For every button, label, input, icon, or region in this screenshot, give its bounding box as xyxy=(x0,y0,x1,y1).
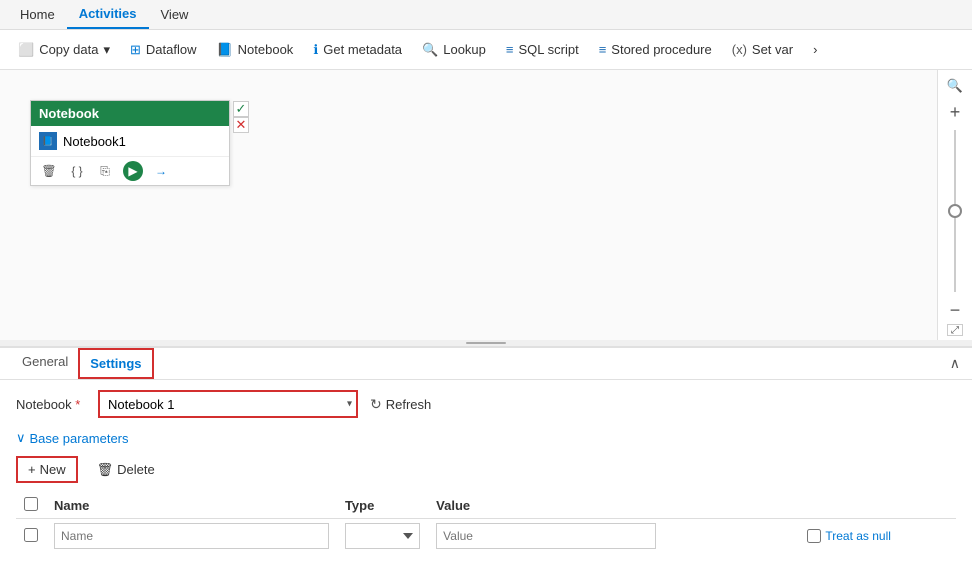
toolbar-stored-procedure[interactable]: ≡ Stored procedure xyxy=(589,38,722,61)
fit-icon[interactable]: ⤢ xyxy=(947,324,963,336)
more-icon: › xyxy=(813,42,817,57)
settings-panel: General Settings ∧ Notebook * Notebook 1… xyxy=(0,346,972,566)
treat-null-container: Treat as null xyxy=(807,529,948,543)
value-cell xyxy=(428,519,799,554)
toolbar-sql-script[interactable]: ≡ SQL script xyxy=(496,38,589,61)
header-checkbox-cell xyxy=(16,493,46,519)
zoom-out-icon[interactable]: − xyxy=(943,298,967,322)
activities-toolbar: ⬜ Copy data ▾ ⊞ Dataflow 📘 Notebook ℹ Ge… xyxy=(0,30,972,70)
toolbar-copy-data[interactable]: ⬜ Copy data ▾ xyxy=(8,38,120,62)
refresh-icon: ↻ xyxy=(370,396,382,413)
select-all-checkbox[interactable] xyxy=(24,497,38,511)
settings-content: Notebook * Notebook 1 ▾ ↻ Refresh ∨ Base… xyxy=(0,380,972,566)
x-icon: ✕ xyxy=(236,117,247,133)
notebook-dropdown[interactable]: Notebook 1 xyxy=(98,390,358,418)
delete-action-icon[interactable]: 🗑 xyxy=(39,161,59,181)
run-action-icon[interactable]: ▶ xyxy=(123,161,143,181)
treat-null-cell: Treat as null xyxy=(799,519,956,554)
base-params-toggle[interactable]: ∨ Base parameters xyxy=(16,430,956,446)
lookup-icon: 🔍 xyxy=(422,42,438,58)
toolbar-dataflow[interactable]: ⊞ Dataflow xyxy=(120,38,206,62)
new-button[interactable]: + New xyxy=(16,456,78,483)
status-x-box: ✕ xyxy=(233,117,249,133)
settings-tabs: General Settings ∧ xyxy=(0,348,972,380)
table-header-row: Name Type Value xyxy=(16,493,956,519)
notebook-field-label: Notebook * xyxy=(16,397,86,412)
notebook-block-icon: 📘 xyxy=(39,132,57,150)
copy-data-icon: ⬜ xyxy=(18,42,34,58)
notebook-icon: 📘 xyxy=(216,42,232,58)
canvas[interactable]: Notebook 📘 Notebook1 ✓ ✕ 🗑 { } ⎘ ▶ → xyxy=(0,70,937,340)
toolbar-notebook[interactable]: 📘 Notebook xyxy=(206,38,303,62)
arrow-action-icon[interactable]: → xyxy=(151,161,171,181)
zoom-track xyxy=(954,130,956,292)
tab-general[interactable]: General xyxy=(12,348,78,379)
notebook-field: Notebook * Notebook 1 ▾ ↻ Refresh xyxy=(16,390,956,418)
refresh-button[interactable]: ↻ Refresh xyxy=(370,396,431,413)
chevron-down-icon: ∨ xyxy=(16,430,26,446)
copy-action-icon[interactable]: ⎘ xyxy=(95,161,115,181)
collapse-icon[interactable]: ∧ xyxy=(950,355,960,372)
table-row: String Int Bool Treat as null xyxy=(16,519,956,554)
notebook-block[interactable]: Notebook 📘 Notebook1 ✓ ✕ 🗑 { } ⎘ ▶ → xyxy=(30,100,230,186)
get-metadata-icon: ℹ xyxy=(313,42,318,58)
toolbar-lookup[interactable]: 🔍 Lookup xyxy=(412,38,496,62)
set-variable-icon: (x) xyxy=(732,42,747,57)
column-value: Value xyxy=(428,493,799,519)
column-name: Name xyxy=(46,493,337,519)
search-icon[interactable]: 🔍 xyxy=(943,74,967,98)
right-panel: 🔍 + − ⤢ xyxy=(937,70,972,340)
check-icon: ✓ xyxy=(236,101,247,117)
notebook-block-item-label: Notebook1 xyxy=(63,134,126,149)
top-navigation: Home Activities View xyxy=(0,0,972,30)
params-table: Name Type Value xyxy=(16,493,956,553)
required-marker: * xyxy=(75,397,80,412)
plus-icon: + xyxy=(28,462,36,477)
name-input[interactable] xyxy=(54,523,329,549)
stored-procedure-icon: ≡ xyxy=(599,42,607,57)
notebook-dropdown-wrapper: Notebook 1 ▾ xyxy=(98,390,358,418)
nav-home[interactable]: Home xyxy=(8,1,67,28)
type-dropdown[interactable]: String Int Bool xyxy=(345,523,420,549)
nav-activities[interactable]: Activities xyxy=(67,0,149,29)
trash-icon: 🗑 xyxy=(97,462,114,478)
zoom-slider[interactable] xyxy=(954,126,956,296)
param-actions: + New 🗑 Delete xyxy=(16,456,956,483)
delete-button[interactable]: 🗑 Delete xyxy=(86,457,166,483)
column-treat-null xyxy=(799,493,956,519)
toolbar-more[interactable]: › xyxy=(803,38,827,61)
dataflow-icon: ⊞ xyxy=(130,42,141,58)
divider-line xyxy=(466,342,506,344)
column-type: Type xyxy=(337,493,428,519)
row-checkbox[interactable] xyxy=(24,528,38,542)
tab-settings[interactable]: Settings xyxy=(78,348,153,379)
name-cell xyxy=(46,519,337,554)
toolbar-get-metadata[interactable]: ℹ Get metadata xyxy=(303,38,412,62)
notebook-block-body: 📘 Notebook1 ✓ ✕ xyxy=(31,126,229,157)
type-cell: String Int Bool xyxy=(337,519,428,554)
row-checkbox-cell xyxy=(16,519,46,554)
zoom-thumb[interactable] xyxy=(948,204,962,218)
main-area: Notebook 📘 Notebook1 ✓ ✕ 🗑 { } ⎘ ▶ → 🔍 xyxy=(0,70,972,340)
copy-data-dropdown-icon: ▾ xyxy=(103,42,110,58)
sql-script-icon: ≡ xyxy=(506,42,514,57)
value-input[interactable] xyxy=(436,523,656,549)
toolbar-set-variable[interactable]: (x) Set var xyxy=(722,38,803,61)
zoom-in-icon[interactable]: + xyxy=(943,100,967,124)
treat-null-label: Treat as null xyxy=(825,529,891,543)
code-action-icon[interactable]: { } xyxy=(67,161,87,181)
notebook-block-title: Notebook xyxy=(39,106,99,121)
treat-null-checkbox[interactable] xyxy=(807,529,821,543)
notebook-block-actions: 🗑 { } ⎘ ▶ → xyxy=(31,157,229,185)
status-check-box: ✓ xyxy=(233,101,249,117)
nav-view[interactable]: View xyxy=(149,1,201,28)
notebook-block-header: Notebook xyxy=(31,101,229,126)
